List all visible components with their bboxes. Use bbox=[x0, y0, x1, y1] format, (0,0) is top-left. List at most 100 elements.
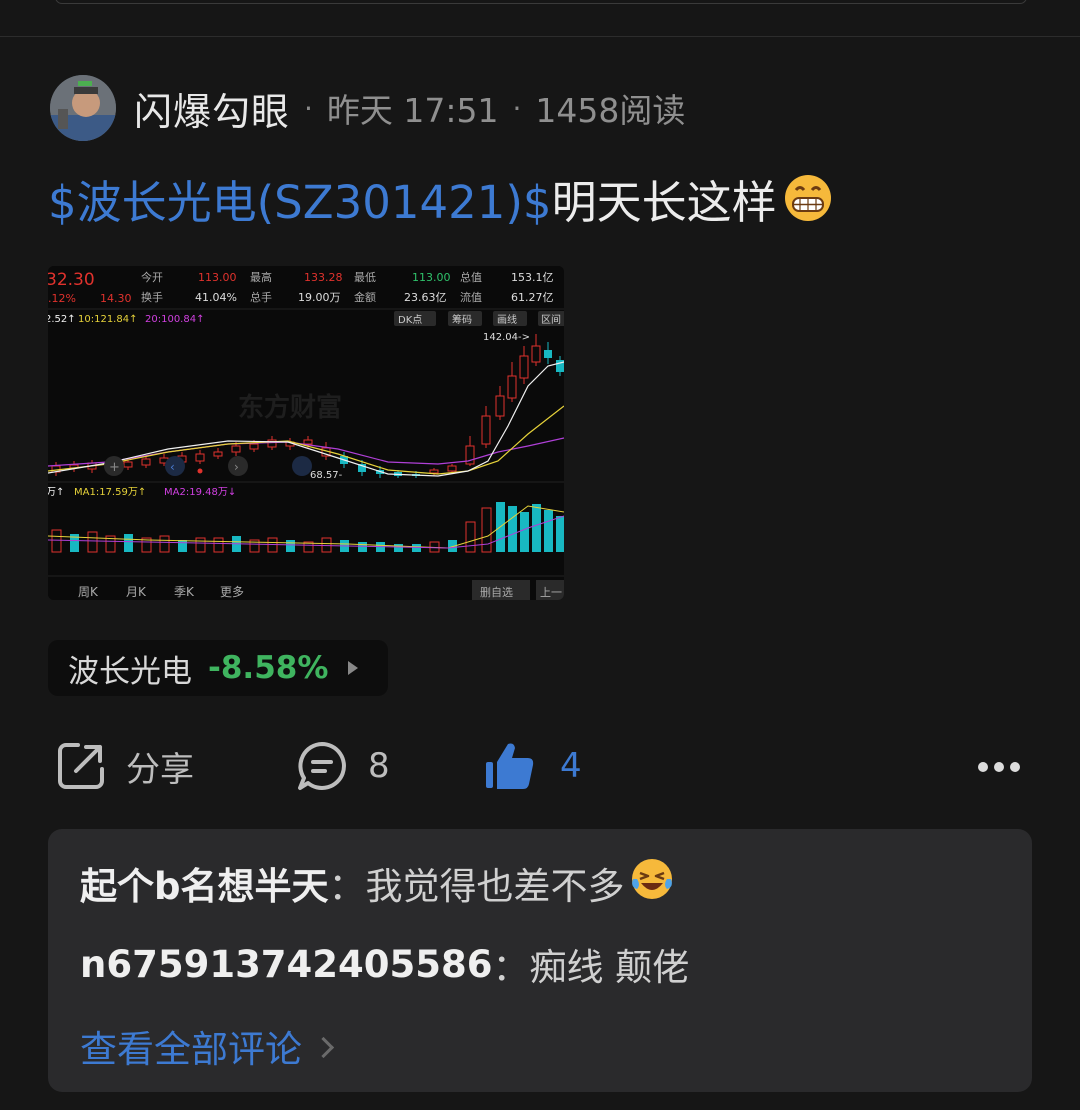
candle-body bbox=[267, 439, 277, 448]
comment-colon: ： bbox=[492, 946, 530, 989]
view-all-comments-link[interactable]: 查看全部评论 bbox=[80, 1019, 335, 1073]
chart-vol-label-v: 万↑ bbox=[48, 487, 64, 498]
chart-tab-week[interactable]: 周K bbox=[78, 585, 99, 599]
chart-open: 113.00 bbox=[198, 271, 237, 284]
chart-btn-draw[interactable]: 画线 bbox=[497, 313, 517, 326]
post-text: 明天长这样 bbox=[551, 176, 777, 229]
chart-pct: -.12% bbox=[48, 292, 76, 305]
chart-vol-ma1: MA1:17.59万↑ bbox=[74, 487, 146, 498]
chart-vol: 19.00万 bbox=[298, 291, 341, 304]
volume-bar bbox=[87, 531, 98, 553]
chart-high: 133.28 bbox=[304, 271, 343, 284]
like-count: 4 bbox=[560, 746, 582, 786]
volume-bar bbox=[556, 516, 564, 552]
chart-turnover: 41.04% bbox=[195, 291, 237, 304]
like-button[interactable]: 4 bbox=[482, 734, 582, 798]
kline-chart-image[interactable]: 32.30 -.12% 14.30 今开 113.00 最高 133.28 最低… bbox=[48, 266, 564, 600]
chart-btn-remove-watch[interactable]: 删自选 bbox=[480, 586, 513, 599]
more-options-icon[interactable] bbox=[978, 762, 1020, 772]
grinning-face-emoji-icon bbox=[783, 173, 833, 239]
chart-btn-prev[interactable]: 上一 bbox=[540, 586, 562, 599]
chart-amt: 23.63亿 bbox=[404, 291, 447, 304]
share-icon bbox=[58, 743, 104, 789]
volume-bar bbox=[124, 534, 133, 552]
chart-tab-month[interactable]: 月K bbox=[126, 585, 147, 599]
share-button[interactable]: 分享 bbox=[54, 734, 194, 798]
comment-user[interactable]: n675913742405586 bbox=[80, 943, 493, 986]
candle-body bbox=[303, 439, 313, 445]
chart-vol-ratio: 14.30 bbox=[100, 292, 132, 305]
post-time: 昨天 17:51 bbox=[326, 91, 499, 130]
candle-body bbox=[544, 350, 552, 358]
volume-bar bbox=[544, 510, 553, 552]
candle-body bbox=[249, 443, 259, 450]
candle-body bbox=[481, 415, 491, 445]
comment-bubble-icon bbox=[298, 742, 346, 790]
svg-text:+: + bbox=[109, 460, 120, 475]
chart-ma20: 20:100.84↑ bbox=[145, 314, 204, 325]
volume-bar bbox=[481, 507, 492, 553]
volume-bar bbox=[213, 537, 224, 553]
stock-quote-tag[interactable]: 波长光电 -8.58% bbox=[48, 640, 388, 696]
stock-tag-change: -8.58% bbox=[208, 650, 329, 686]
chart-tool-buttons[interactable]: DK点 筹码 画线 区间 bbox=[394, 311, 564, 326]
author-name[interactable]: 闪爆勾眼 bbox=[134, 81, 290, 136]
volume-bar bbox=[286, 540, 295, 552]
chart-vol-label: 总手 bbox=[250, 290, 272, 304]
volume-bar bbox=[159, 535, 170, 553]
volume-bar bbox=[321, 537, 332, 553]
volume-bar bbox=[394, 544, 403, 552]
laughing-crying-emoji-icon bbox=[629, 855, 675, 910]
post-action-bar: 分享 8 4 bbox=[0, 734, 1080, 798]
volume-bar bbox=[358, 542, 367, 552]
volume-bar bbox=[465, 521, 476, 553]
candle-body bbox=[495, 395, 505, 417]
stock-link[interactable]: $波长光电(SZ301421)$ bbox=[48, 176, 552, 229]
chart-float-label: 流值 bbox=[460, 290, 482, 304]
volume-bar bbox=[412, 544, 421, 552]
chart-price: 32.30 bbox=[48, 270, 95, 290]
svg-text:‹: ‹ bbox=[170, 460, 175, 474]
post-author-row: 闪爆勾眼 · 昨天 17:51 · 1458阅读 bbox=[50, 75, 686, 141]
chart-tab-season[interactable]: 季K bbox=[174, 585, 195, 599]
chevron-right-icon bbox=[312, 1036, 335, 1058]
candle-body bbox=[447, 465, 457, 472]
author-avatar[interactable] bbox=[50, 75, 116, 141]
chart-mcap: 153.1亿 bbox=[511, 271, 554, 284]
view-all-label: 查看全部评论 bbox=[80, 1028, 302, 1071]
chart-open-label: 今开 bbox=[141, 270, 163, 284]
chart-low-label: 最低 bbox=[354, 271, 376, 284]
chart-mcap-label: 总值 bbox=[460, 270, 482, 284]
stock-tag-name: 波长光电 bbox=[68, 653, 192, 690]
chart-btn-dk[interactable]: DK点 bbox=[398, 314, 422, 326]
chart-tab-more[interactable]: 更多 bbox=[220, 585, 244, 599]
comment-item[interactable]: n675913742405586：痴线 颠佬 bbox=[80, 937, 689, 991]
read-count: 1458阅读 bbox=[535, 91, 686, 130]
comment-text: 我觉得也差不多 bbox=[365, 864, 625, 908]
comment-preview-box: 起个b名想半天：我觉得也差不多 n675913742405586：痴线 颠佬 查… bbox=[48, 829, 1032, 1092]
post-body: $波长光电(SZ301421)$明天长这样 bbox=[48, 172, 833, 239]
candle-body bbox=[519, 355, 529, 379]
meta-separator: · bbox=[304, 91, 313, 125]
top-divider bbox=[0, 0, 1080, 37]
chart-turnover-label: 换手 bbox=[141, 290, 163, 304]
share-label: 分享 bbox=[126, 749, 194, 790]
comment-button[interactable]: 8 bbox=[294, 734, 390, 798]
comment-user[interactable]: 起个b名想半天 bbox=[80, 856, 329, 910]
volume-bar bbox=[532, 504, 541, 552]
chart-float: 61.27亿 bbox=[511, 291, 554, 304]
comment-item[interactable]: 起个b名想半天：我觉得也差不多 bbox=[80, 855, 675, 910]
chart-btn-range[interactable]: 区间 bbox=[541, 313, 561, 326]
volume-bar bbox=[178, 540, 187, 552]
candle-body bbox=[123, 461, 133, 468]
chart-amt-label: 金额 bbox=[354, 290, 376, 304]
candle-body bbox=[195, 453, 205, 462]
candle-body bbox=[531, 345, 541, 363]
chart-high-label: 最高 bbox=[250, 270, 272, 284]
previous-card-edge bbox=[55, 0, 1027, 4]
volume-bar bbox=[508, 506, 517, 552]
thumbs-up-icon bbox=[486, 743, 534, 789]
volume-bar bbox=[51, 529, 62, 553]
chart-btn-chips[interactable]: 筹码 bbox=[452, 313, 472, 326]
svg-text:‹: ‹ bbox=[48, 585, 49, 599]
